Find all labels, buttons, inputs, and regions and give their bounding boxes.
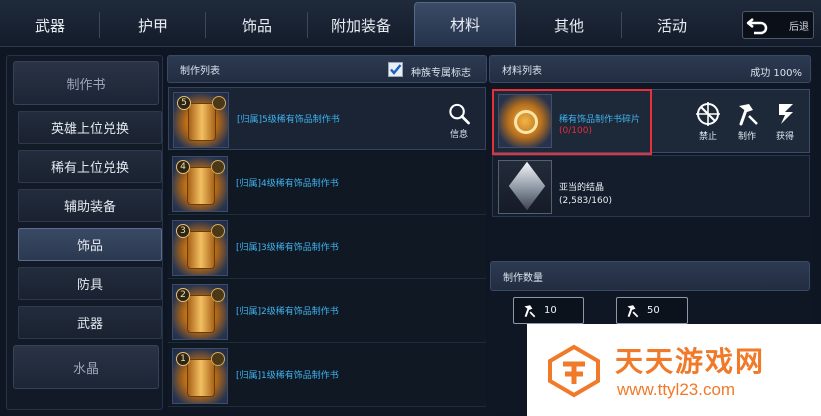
tab-accessories[interactable]: 饰品	[206, 6, 308, 44]
tab-events[interactable]: 活动	[622, 6, 722, 44]
key-icon	[212, 96, 226, 110]
recipe-level-badge: 5	[177, 96, 191, 110]
watermark-title: 天天游戏网	[615, 345, 766, 378]
crystal-icon	[498, 160, 552, 214]
tab-label: 其他	[553, 16, 584, 35]
race-filter-checkbox[interactable]	[388, 62, 403, 77]
category-header-label: 水晶	[72, 361, 99, 377]
sidebar-item-armor[interactable]: 防具	[18, 267, 162, 300]
tab-label: 饰品	[241, 16, 272, 35]
tab-label: 武器	[34, 16, 65, 35]
craft-quantity-header: 制作数量	[490, 261, 810, 291]
back-button-label: 后退	[789, 21, 809, 33]
hammer-icon	[739, 104, 758, 126]
magnifier-icon	[449, 103, 470, 125]
category-header-crystal[interactable]: 水晶	[13, 345, 159, 389]
sidebar-item-hero-exchange[interactable]: 英雄上位兑换	[18, 111, 162, 144]
tab-weapons[interactable]: 武器	[0, 6, 100, 44]
craft-10-label: 10	[544, 305, 557, 316]
sidebar-item-accessories[interactable]: 饰品	[18, 228, 162, 261]
recipe-name: [归属]1级稀有饰品制作书	[236, 371, 339, 381]
tab-label: 材料	[449, 16, 480, 34]
material-count: (2,583/160)	[559, 196, 612, 206]
craft-label: 制作	[737, 132, 756, 142]
craft-list-header: 制作列表 种族专属标志	[167, 55, 487, 83]
sidebar-item-label: 英雄上位兑换	[50, 122, 129, 137]
recipe-row[interactable]: 5 [归属]5级稀有饰品制作书 信息	[168, 87, 486, 150]
key-icon	[211, 288, 225, 302]
success-rate: 成功 100%	[750, 68, 802, 79]
race-filter-label: 种族专属标志	[411, 68, 471, 79]
sidebar-item-rare-exchange[interactable]: 稀有上位兑换	[18, 150, 162, 183]
tab-label: 护甲	[137, 16, 168, 35]
recipe-name: [归属]2级稀有饰品制作书	[236, 307, 339, 317]
recipe-name: [归属]4级稀有饰品制作书	[236, 179, 339, 189]
forbid-button[interactable]: 禁止	[690, 100, 726, 146]
checkmark-icon	[390, 64, 402, 75]
tab-label: 活动	[656, 16, 687, 35]
acquire-icon	[779, 104, 793, 124]
sidebar-item-auxiliary[interactable]: 辅助装备	[18, 189, 162, 222]
craft-50-label: 50	[647, 305, 660, 316]
top-tab-bar: 武器 护甲 饰品 附加装备 材料 其他 活动 后退	[0, 0, 821, 47]
recipe-name: [归属]5级稀有饰品制作书	[237, 115, 340, 125]
key-icon	[211, 352, 225, 366]
recipe-row[interactable]: 1 [归属]1级稀有饰品制作书	[168, 344, 486, 407]
material-list-header: 材料列表 成功 100%	[489, 55, 811, 83]
back-button[interactable]: 后退	[742, 11, 814, 39]
watermark: 天天游戏网 www.ttyl23.com	[527, 324, 821, 416]
craft-list-title: 制作列表	[180, 65, 220, 77]
craft-list-panel: 制作列表 种族专属标志 5 [归属]5级稀有饰品制作书 信息 4 [归属]4级稀…	[167, 55, 487, 410]
info-button[interactable]: 信息	[441, 102, 477, 140]
material-name: 亚当的结晶	[559, 183, 605, 193]
watermark-url: www.ttyl23.com	[617, 380, 736, 399]
hammer-icon	[617, 303, 647, 319]
sidebar-item-label: 辅助装备	[63, 200, 116, 215]
hammer-icon	[514, 303, 544, 319]
recipe-row[interactable]: 4 [归属]4级稀有饰品制作书	[168, 152, 486, 215]
site-logo-icon	[548, 344, 600, 398]
tab-other[interactable]: 其他	[516, 6, 622, 44]
recipe-name: [归属]3级稀有饰品制作书	[236, 243, 339, 253]
recipe-level-badge: 2	[176, 288, 190, 302]
sidebar-item-label: 饰品	[76, 239, 103, 254]
category-header-craft-book[interactable]: 制作书	[13, 61, 159, 105]
key-icon	[211, 224, 225, 238]
sidebar-item-label: 武器	[76, 317, 103, 332]
acquire-label: 获得	[775, 132, 794, 142]
material-row[interactable]: 亚当的结晶 (2,583/160)	[492, 155, 810, 217]
craft-10-button[interactable]: 10	[513, 297, 584, 324]
info-button-label: 信息	[449, 130, 468, 140]
sidebar-item-weapons[interactable]: 武器	[18, 306, 162, 339]
acquire-button[interactable]: 获得	[767, 100, 803, 146]
highlight-box	[492, 89, 652, 155]
key-icon	[211, 160, 225, 174]
tab-armor[interactable]: 护甲	[100, 6, 206, 44]
craft-book-icon: 1	[172, 348, 228, 404]
sidebar-item-label: 稀有上位兑换	[50, 161, 129, 176]
recipe-row[interactable]: 2 [归属]2级稀有饰品制作书	[168, 280, 486, 343]
forbid-icon	[696, 102, 720, 126]
material-list-title: 材料列表	[502, 65, 542, 77]
sidebar-item-label: 防具	[76, 278, 103, 293]
category-sidebar: 制作书 英雄上位兑换 稀有上位兑换 辅助装备 饰品 防具 武器 水晶	[6, 55, 163, 410]
craft-50-button[interactable]: 50	[616, 297, 688, 324]
category-header-label: 制作书	[66, 77, 106, 93]
tab-materials[interactable]: 材料	[414, 2, 516, 46]
recipe-level-badge: 1	[176, 352, 190, 366]
craft-quantity-title: 制作数量	[503, 272, 543, 284]
craft-book-icon: 4	[172, 156, 228, 212]
tab-label: 附加装备	[330, 16, 391, 35]
recipe-level-badge: 3	[176, 224, 190, 238]
forbid-label: 禁止	[698, 132, 717, 142]
recipe-level-badge: 4	[176, 160, 190, 174]
undo-arrow-icon	[743, 12, 773, 38]
tab-extra-equipment[interactable]: 附加装备	[308, 6, 414, 44]
craft-book-icon: 3	[172, 220, 228, 276]
craft-book-icon: 5	[173, 92, 229, 148]
craft-book-icon: 2	[172, 284, 228, 340]
recipe-row[interactable]: 3 [归属]3级稀有饰品制作书	[168, 216, 486, 279]
craft-button[interactable]: 制作	[729, 100, 765, 146]
